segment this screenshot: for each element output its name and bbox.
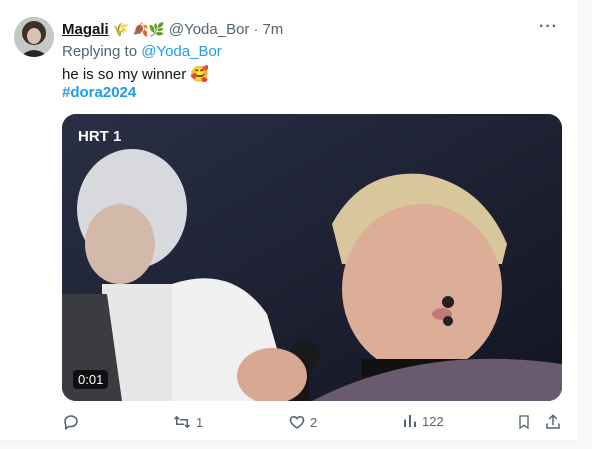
views-count: 122 [422, 413, 444, 429]
handle[interactable]: @Yoda_Bor [169, 20, 250, 40]
bookmark-icon [516, 413, 532, 431]
bookmark-button[interactable] [516, 413, 532, 431]
video-thumbnail: HRT 1 [62, 114, 562, 401]
like-count: 2 [310, 414, 318, 430]
reply-icon [62, 413, 80, 431]
retweet-button[interactable]: 1 [172, 413, 203, 431]
replying-to-handle[interactable]: @Yoda_Bor [141, 43, 222, 60]
share-button[interactable] [544, 413, 562, 431]
avatar[interactable] [14, 17, 54, 57]
like-button[interactable]: 2 [288, 413, 317, 431]
timestamp[interactable]: 7m [262, 20, 283, 40]
retweet-count: 1 [196, 414, 204, 430]
views-icon [402, 413, 418, 429]
hashtag-link[interactable]: #dora2024 [62, 83, 136, 103]
separator: · [253, 21, 259, 38]
tweet-header: Magali 🌾 🍂🌿 @Yoda_Bor · 7m [62, 20, 283, 40]
tweet-actions: 1 2 122 [62, 413, 570, 435]
tweet-card[interactable]: Magali 🌾 🍂🌿 @Yoda_Bor · 7m ··· Replying … [0, 0, 579, 441]
replying-to: Replying to @Yoda_Bor [62, 42, 222, 62]
reply-button[interactable] [62, 413, 80, 431]
heart-icon [288, 413, 306, 431]
video-duration: 0:01 [73, 370, 109, 389]
replying-to-label: Replying to [62, 43, 138, 60]
channel-logo: HRT 1 [78, 128, 121, 145]
share-icon [544, 413, 562, 431]
name-emojis: 🌾 🍂🌿 [112, 22, 165, 37]
retweet-icon [172, 413, 192, 431]
display-name[interactable]: Magali [62, 20, 109, 40]
tweet-text: he is so my winner 🥰 [62, 66, 210, 83]
more-icon[interactable]: ··· [539, 18, 558, 36]
views-button[interactable]: 122 [402, 413, 444, 429]
video-player[interactable]: HRT 1 0:01 [62, 114, 562, 401]
